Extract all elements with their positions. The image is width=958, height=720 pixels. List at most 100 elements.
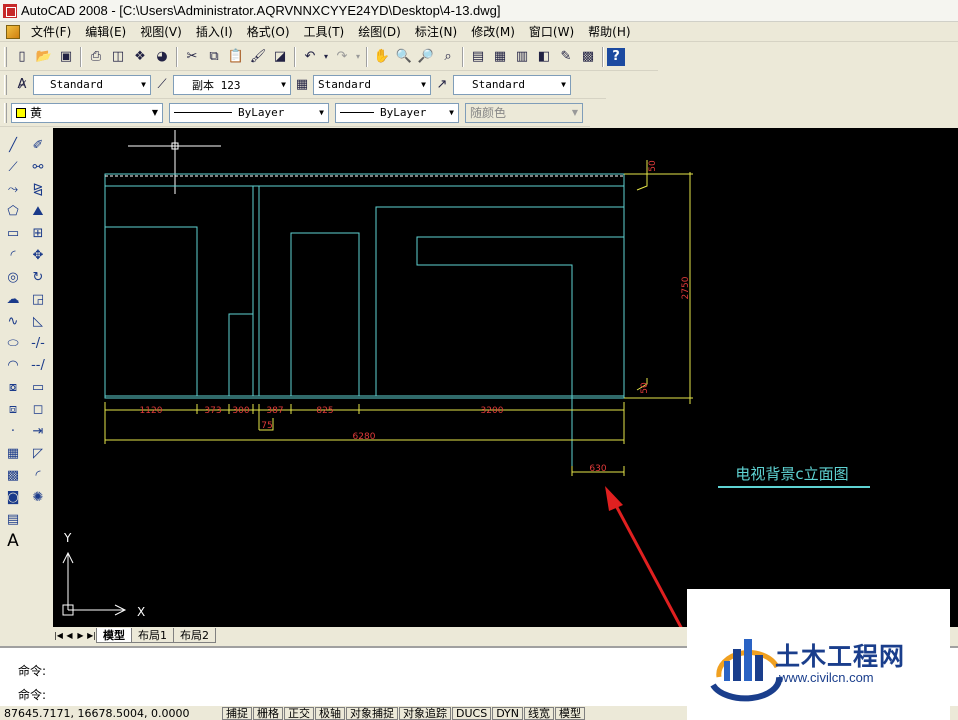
chamfer-icon[interactable]: ◸ — [26, 442, 50, 464]
tab-model[interactable]: 模型 — [96, 627, 132, 643]
point-icon[interactable]: · — [1, 420, 25, 442]
toolbar-grip[interactable] — [4, 74, 7, 95]
join-icon[interactable]: ⇥ — [26, 420, 50, 442]
prev-tab-icon[interactable]: ◀ — [64, 629, 75, 641]
plot-preview-icon[interactable]: ◫ — [107, 46, 129, 68]
construction-line-icon[interactable]: ⟋ — [1, 156, 25, 178]
table-style-combo[interactable]: Standard ▼ — [313, 74, 431, 95]
pan-icon[interactable]: ✋ — [371, 46, 393, 68]
rotate-icon[interactable]: ↻ — [26, 266, 50, 288]
polyline-icon[interactable]: ⤳ — [1, 178, 25, 200]
explode-icon[interactable]: ✺ — [26, 486, 50, 508]
menu-file[interactable]: 文件(F) — [24, 23, 78, 40]
match-properties-icon[interactable]: 🖌 — [247, 46, 269, 68]
zoom-previous-icon[interactable]: ⌕ — [437, 46, 459, 68]
save-icon[interactable]: ▣ — [55, 46, 77, 68]
menu-edit[interactable]: 编辑(E) — [78, 23, 133, 40]
table-style-icon[interactable]: ▦ — [291, 74, 313, 96]
revision-cloud-icon[interactable]: ☁ — [1, 288, 25, 310]
sheet-set-icon[interactable]: ◧ — [533, 46, 555, 68]
line-icon[interactable]: ╱ — [1, 134, 25, 156]
command-prompt-line[interactable]: 命令: — [18, 686, 46, 703]
markup-icon[interactable]: ✎ — [555, 46, 577, 68]
hatch-icon[interactable]: ▦ — [1, 442, 25, 464]
publish-icon[interactable]: ❖ — [129, 46, 151, 68]
zoom-window-icon[interactable]: 🔎 — [415, 46, 437, 68]
lineweight-combo[interactable]: ByLayer ▼ — [335, 102, 459, 123]
redo-dropdown-icon[interactable]: ▾ — [353, 46, 363, 68]
copy-icon[interactable]: ⧉ — [203, 46, 225, 68]
block-editor-icon[interactable]: ◪ — [269, 46, 291, 68]
grid-toggle[interactable]: 栅格 — [253, 706, 283, 720]
circle-icon[interactable]: ◎ — [1, 266, 25, 288]
menu-window[interactable]: 窗口(W) — [522, 23, 581, 40]
spline-icon[interactable]: ∿ — [1, 310, 25, 332]
region-icon[interactable]: ◙ — [1, 486, 25, 508]
toolbar-grip[interactable] — [4, 102, 7, 123]
dim-style-icon[interactable]: ⟋ — [151, 74, 173, 96]
array-icon[interactable]: ⊞ — [26, 222, 50, 244]
undo-icon[interactable]: ↶ — [299, 46, 321, 68]
extend-icon[interactable]: --/ — [26, 354, 50, 376]
new-icon[interactable]: ▯ — [11, 46, 33, 68]
rectangle-icon[interactable]: ▭ — [1, 222, 25, 244]
break-icon[interactable]: ◻ — [26, 398, 50, 420]
autocad-app-icon[interactable] — [3, 3, 17, 18]
tab-layout2[interactable]: 布局2 — [173, 627, 216, 643]
linetype-combo[interactable]: ByLayer ▼ — [169, 102, 329, 123]
menu-modify[interactable]: 修改(M) — [464, 23, 522, 40]
multileader-style-combo[interactable]: Standard ▼ — [453, 74, 571, 95]
toolbar-grip[interactable] — [4, 46, 7, 67]
ortho-toggle[interactable]: 正交 — [284, 706, 314, 720]
arc-icon[interactable]: ◜ — [1, 244, 25, 266]
help-icon[interactable]: ? — [607, 47, 625, 66]
tab-layout1[interactable]: 布局1 — [131, 627, 174, 643]
ducs-toggle[interactable]: DUCS — [452, 706, 492, 720]
break-at-point-icon[interactable]: ▭ — [26, 376, 50, 398]
redo-icon[interactable]: ↷ — [331, 46, 353, 68]
paste-icon[interactable]: 📋 — [225, 46, 247, 68]
menu-tools[interactable]: 工具(T) — [297, 23, 352, 40]
open-icon[interactable]: 📂 — [33, 46, 55, 68]
polygon-icon[interactable]: ⬠ — [1, 200, 25, 222]
drawing-canvas[interactable]: 1120 373 300 387 825 3200 75 6280 630 27… — [53, 128, 958, 627]
next-tab-icon[interactable]: ▶ — [75, 629, 86, 641]
tool-palettes-icon[interactable]: ▥ — [511, 46, 533, 68]
calculator-icon[interactable]: ▩ — [577, 46, 599, 68]
fillet-icon[interactable]: ◜ — [26, 464, 50, 486]
menu-help[interactable]: 帮助(H) — [581, 23, 637, 40]
offset-icon[interactable]: ⛰ — [26, 200, 50, 222]
3d-dwf-icon[interactable]: ◕ — [151, 46, 173, 68]
snap-toggle[interactable]: 捕捉 — [222, 706, 252, 720]
zoom-realtime-icon[interactable]: 🔍 — [393, 46, 415, 68]
gradient-icon[interactable]: ▩ — [1, 464, 25, 486]
lineweight-toggle[interactable]: 线宽 — [524, 706, 555, 720]
otrack-toggle[interactable]: 对象追踪 — [399, 706, 451, 720]
multileader-style-icon[interactable]: ↗ — [431, 74, 453, 96]
text-style-combo[interactable]: Standard ▼ — [33, 74, 151, 95]
menu-view[interactable]: 视图(V) — [133, 23, 189, 40]
move-icon[interactable]: ✥ — [26, 244, 50, 266]
dim-style-combo[interactable]: 副本 123 ▼ — [173, 74, 291, 95]
ellipse-icon[interactable]: ⬭ — [1, 332, 25, 354]
document-icon[interactable] — [6, 24, 20, 39]
menu-draw[interactable]: 绘图(D) — [351, 23, 408, 40]
model-toggle[interactable]: 模型 — [555, 706, 586, 720]
multiline-text-icon[interactable]: A — [1, 530, 25, 552]
menu-insert[interactable]: 插入(I) — [189, 23, 240, 40]
ellipse-arc-icon[interactable]: ◠ — [1, 354, 25, 376]
plot-icon[interactable]: ⎙ — [85, 46, 107, 68]
undo-dropdown-icon[interactable]: ▾ — [321, 46, 331, 68]
copy-object-icon[interactable]: ⚯ — [26, 156, 50, 178]
osnap-toggle[interactable]: 对象捕捉 — [346, 706, 398, 720]
stretch-icon[interactable]: ◺ — [26, 310, 50, 332]
scale-icon[interactable]: ◲ — [26, 288, 50, 310]
dyn-toggle[interactable]: DYN — [492, 706, 524, 720]
trim-icon[interactable]: -/- — [26, 332, 50, 354]
insert-block-icon[interactable]: ⧇ — [1, 376, 25, 398]
text-style-icon[interactable]: A̷ — [11, 74, 33, 96]
properties-icon[interactable]: ▤ — [467, 46, 489, 68]
cut-icon[interactable]: ✂ — [181, 46, 203, 68]
make-block-icon[interactable]: ⧈ — [1, 398, 25, 420]
menu-format[interactable]: 格式(O) — [240, 23, 297, 40]
